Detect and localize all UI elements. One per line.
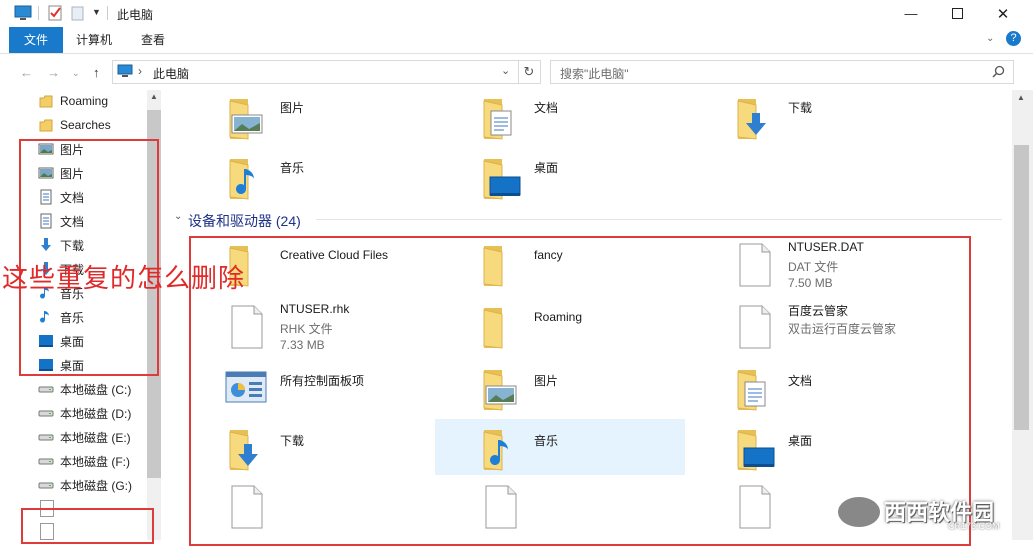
sidebar-item[interactable]: 本地磁盘 (E:) (38, 425, 131, 449)
sidebar-item[interactable]: 本地磁盘 (D:) (38, 401, 131, 425)
folder-tile[interactable]: 图片 (222, 93, 472, 149)
watermark-sub: CR173.COM (948, 521, 1000, 531)
sidebar-item-label: Searches (60, 118, 111, 132)
sidebar-item[interactable]: Searches (38, 113, 111, 137)
tab-file[interactable]: 文件 (9, 27, 64, 53)
drive-icon (38, 405, 54, 421)
folder-tile[interactable]: 下载 (730, 93, 980, 149)
drive-icon (38, 429, 54, 445)
forward-arrow-icon[interactable]: → (47, 65, 60, 80)
folder-tile[interactable]: 文档 (476, 93, 726, 149)
sidebar-item-label: 本地磁盘 (C:) (60, 382, 132, 397)
search-icon (992, 65, 1005, 78)
customize-qat-icon[interactable]: ▼ (92, 7, 101, 17)
pictures-icon (222, 95, 274, 141)
sidebar-item-label: 本地磁盘 (D:) (60, 406, 132, 421)
folder-tile[interactable]: 音乐 (222, 153, 472, 209)
title-bar: ▼ 此电脑 — ✕ (0, 0, 1033, 27)
folder-tile[interactable]: 桌面 (476, 153, 726, 209)
close-icon: ✕ (996, 5, 1010, 23)
content-scrollbar-thumb[interactable] (1014, 145, 1029, 430)
computer-icon (14, 5, 32, 20)
section-header-devices[interactable]: 设备和驱动器 (24) (188, 211, 301, 231)
computer-icon (117, 64, 133, 77)
watermark-logo-icon (838, 497, 880, 527)
sidebar-item-label: Roaming (60, 94, 109, 108)
desktop-icon (476, 155, 528, 201)
recent-locations-icon[interactable]: ⌄ (72, 68, 80, 79)
properties-icon[interactable] (47, 5, 63, 21)
folder-name: 下载 (788, 101, 813, 115)
folder-icon (38, 93, 54, 109)
sidebar-item[interactable]: 本地磁盘 (G:) (38, 473, 132, 497)
documents-icon (476, 95, 528, 141)
ribbon-tabs: 文件 计算机 查看 ⌄ ? (0, 27, 1033, 54)
drive-icon (38, 453, 54, 469)
tab-computer[interactable]: 计算机 (64, 27, 124, 53)
collapse-chevron-icon[interactable]: ⌄ (174, 211, 182, 222)
folder-icon (38, 117, 54, 133)
sidebar-item[interactable]: 本地磁盘 (C:) (38, 377, 131, 401)
folder-name: 音乐 (280, 161, 305, 175)
sidebar-item-label: 本地磁盘 (G:) (60, 478, 132, 493)
search-input[interactable]: 搜索"此电脑" (550, 60, 1014, 84)
address-bar[interactable]: › 此电脑 ⌄ (112, 60, 519, 84)
breadcrumb-current[interactable]: 此电脑 (153, 65, 189, 82)
maximize-button[interactable] (934, 0, 980, 27)
music-icon (222, 155, 274, 201)
expand-ribbon-icon[interactable]: ⌄ (986, 33, 994, 44)
section-divider (316, 219, 1002, 220)
window-title: 此电脑 (117, 8, 154, 22)
sidebar-item-label: 本地磁盘 (E:) (60, 430, 131, 445)
folder-name: 桌面 (534, 161, 559, 175)
scroll-up-icon[interactable]: ▲ (1017, 93, 1025, 102)
help-icon[interactable]: ? (1006, 31, 1021, 46)
minimize-button[interactable]: — (888, 0, 934, 27)
watermark: 西西软件园 CR173.COM (838, 493, 1028, 533)
downloads-icon (730, 95, 782, 141)
close-button[interactable]: ✕ (980, 0, 1026, 27)
tab-view[interactable]: 查看 (129, 27, 177, 53)
scroll-up-icon[interactable]: ▲ (150, 92, 158, 101)
drive-icon (38, 381, 54, 397)
refresh-icon: ↻ (523, 64, 535, 79)
maximize-icon (951, 8, 963, 19)
refresh-button[interactable]: ↻ (518, 60, 541, 84)
sidebar-item[interactable]: 本地磁盘 (F:) (38, 449, 130, 473)
minimize-icon: — (904, 6, 918, 21)
drive-icon (38, 477, 54, 493)
new-folder-icon[interactable] (70, 5, 86, 21)
folder-name: 图片 (280, 101, 305, 115)
folder-name: 文档 (534, 101, 559, 115)
address-dropdown-icon[interactable]: ⌄ (501, 64, 510, 77)
annotation-text: 这些重复的怎么删除 (2, 264, 246, 294)
breadcrumb-separator-icon: › (138, 64, 142, 78)
sidebar-item[interactable]: Roaming (38, 89, 108, 113)
annotation-box-bottom (21, 508, 154, 544)
back-arrow-icon[interactable]: ← (20, 65, 33, 80)
search-placeholder: 搜索"此电脑" (560, 67, 629, 81)
sidebar-item-label: 本地磁盘 (F:) (60, 454, 130, 469)
up-arrow-icon[interactable]: ↑ (93, 65, 100, 80)
